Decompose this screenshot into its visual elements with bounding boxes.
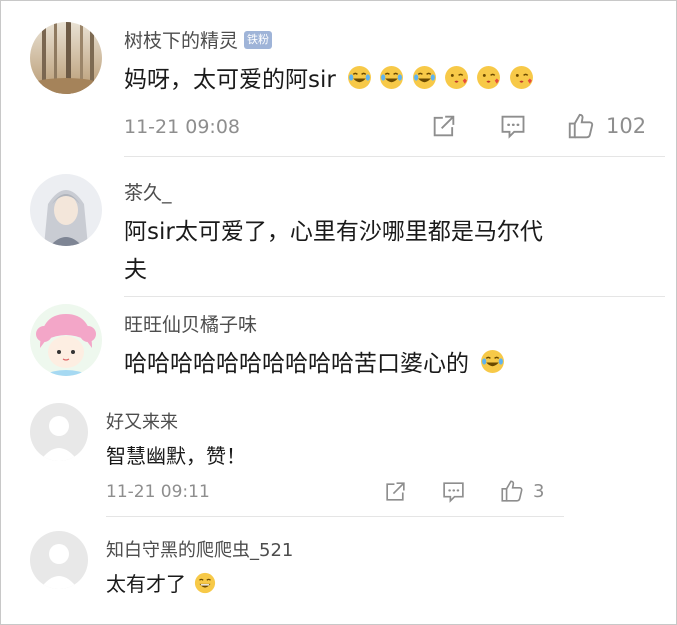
share-button[interactable] — [383, 479, 408, 504]
like-button[interactable]: 3 — [499, 478, 544, 504]
avatar-default[interactable] — [30, 531, 88, 589]
laugh-cry-emoji — [412, 66, 436, 89]
comment-text-line2: 夫 — [124, 257, 147, 283]
divider — [106, 516, 564, 517]
like-count: 3 — [533, 480, 545, 502]
comment-username[interactable]: 好又来来 — [106, 408, 178, 434]
kiss-emoji — [509, 66, 533, 89]
share-button[interactable] — [430, 112, 458, 140]
comment-text: 太有才了 — [106, 568, 216, 597]
share-icon — [433, 115, 455, 137]
thumbs-up-icon — [501, 480, 523, 502]
avatar-forest[interactable] — [30, 22, 102, 94]
avatar-default[interactable] — [30, 403, 88, 461]
avatar-pink-hair[interactable] — [30, 304, 102, 376]
comment-text: 妈呀，太可爱的阿sir — [124, 60, 534, 94]
divider — [124, 296, 665, 297]
comment-username[interactable]: 树枝下的精灵 铁粉 — [124, 26, 273, 53]
comment-username[interactable]: 茶久_ — [124, 178, 172, 205]
fan-badge: 铁粉 — [244, 30, 273, 49]
grin-emoji — [195, 572, 216, 593]
emoji-row — [340, 66, 534, 93]
avatar-anime[interactable] — [30, 174, 102, 246]
comment-text: 哈哈哈哈哈哈哈哈哈哈苦口婆心的 — [124, 344, 505, 378]
comment-date: 11-21 09:08 — [124, 116, 241, 138]
comment-text-line1: 阿sir太可爱了，心里有沙哪里都是马尔代 — [124, 219, 543, 245]
comment-username[interactable]: 知白守黑的爬爬虫_521 — [106, 536, 293, 562]
kiss-emoji — [477, 66, 501, 89]
laugh-cry-emoji — [380, 66, 404, 89]
share-icon — [386, 482, 405, 501]
emoji-row — [188, 572, 216, 596]
reply-button[interactable] — [499, 112, 527, 140]
comment-icon — [501, 115, 525, 139]
laugh-cry-emoji — [481, 350, 505, 373]
reply-button[interactable] — [441, 479, 466, 504]
comment-icon — [443, 482, 464, 503]
comment-username[interactable]: 旺旺仙贝橘子味 — [124, 310, 257, 337]
comment-text: 智慧幽默，赞！ — [106, 444, 246, 468]
like-count: 102 — [606, 114, 647, 138]
divider — [124, 156, 665, 157]
laugh-cry-emoji — [348, 66, 372, 89]
kiss-emoji — [445, 66, 469, 89]
like-button[interactable]: 102 — [566, 111, 646, 141]
thumbs-up-icon — [568, 113, 594, 139]
emoji-row — [473, 350, 505, 377]
comment-date: 11-21 09:11 — [106, 482, 210, 502]
